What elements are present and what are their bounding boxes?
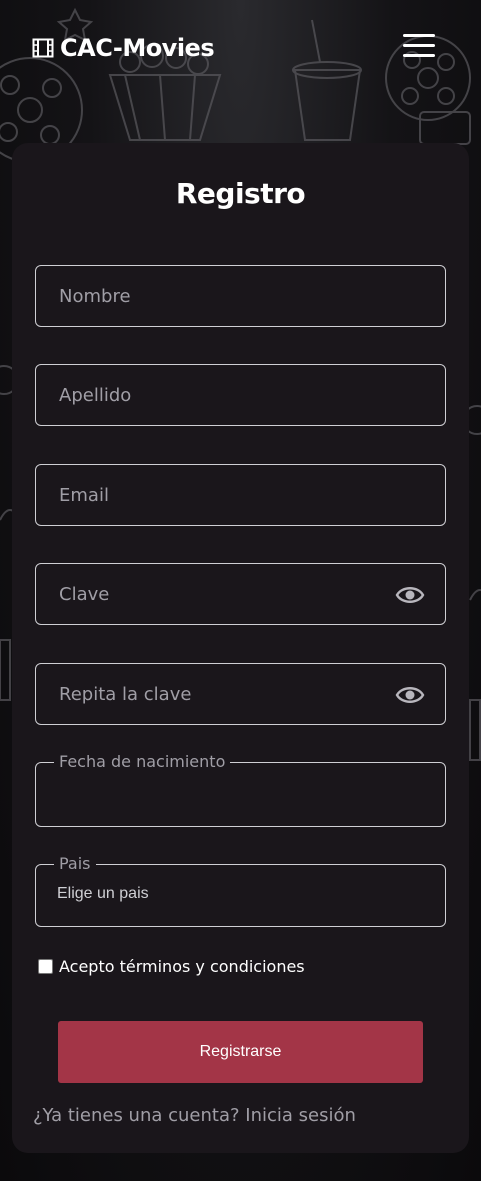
eye-icon[interactable]	[395, 683, 425, 707]
country-label: Pais	[54, 854, 96, 873]
country-select[interactable]: Pais Elige un pais	[35, 854, 446, 927]
terms-row: Acepto términos y condiciones	[38, 957, 305, 976]
repeat-password-input[interactable]: Repita la clave	[35, 663, 446, 725]
eye-icon[interactable]	[395, 583, 425, 607]
site-header: CAC-Movies	[0, 0, 481, 100]
birthdate-label: Fecha de nacimiento	[54, 752, 231, 771]
email-placeholder: Email	[59, 485, 109, 506]
birthdate-field[interactable]: Fecha de nacimiento	[35, 752, 446, 827]
menu-bar	[403, 54, 435, 57]
apellido-placeholder: Apellido	[59, 385, 132, 406]
apellido-input[interactable]: Apellido	[35, 364, 446, 426]
nombre-placeholder: Nombre	[59, 286, 131, 307]
register-card: Registro Nombre Apellido Email Clave Rep…	[12, 143, 469, 1153]
password-placeholder: Clave	[59, 584, 110, 605]
menu-bar	[403, 44, 435, 47]
repeat-password-placeholder: Repita la clave	[59, 684, 192, 705]
email-input[interactable]: Email	[35, 464, 446, 526]
password-input[interactable]: Clave	[35, 563, 446, 625]
page-title: Registro	[175, 177, 306, 210]
login-link[interactable]: ¿Ya tienes una cuenta? Inicia sesión	[33, 1105, 356, 1126]
terms-checkbox[interactable]	[38, 959, 53, 974]
register-button[interactable]: Registrarse	[58, 1021, 423, 1083]
register-button-label: Registrarse	[199, 1043, 282, 1060]
menu-bar	[403, 34, 435, 37]
film-icon	[32, 37, 54, 59]
hamburger-menu-icon[interactable]	[403, 34, 435, 60]
nombre-input[interactable]: Nombre	[35, 265, 446, 327]
brand-logo[interactable]: CAC-Movies	[32, 34, 215, 62]
terms-label[interactable]: Acepto términos y condiciones	[59, 957, 305, 976]
brand-name: CAC-Movies	[60, 34, 215, 62]
country-selected: Elige un pais	[57, 885, 149, 902]
